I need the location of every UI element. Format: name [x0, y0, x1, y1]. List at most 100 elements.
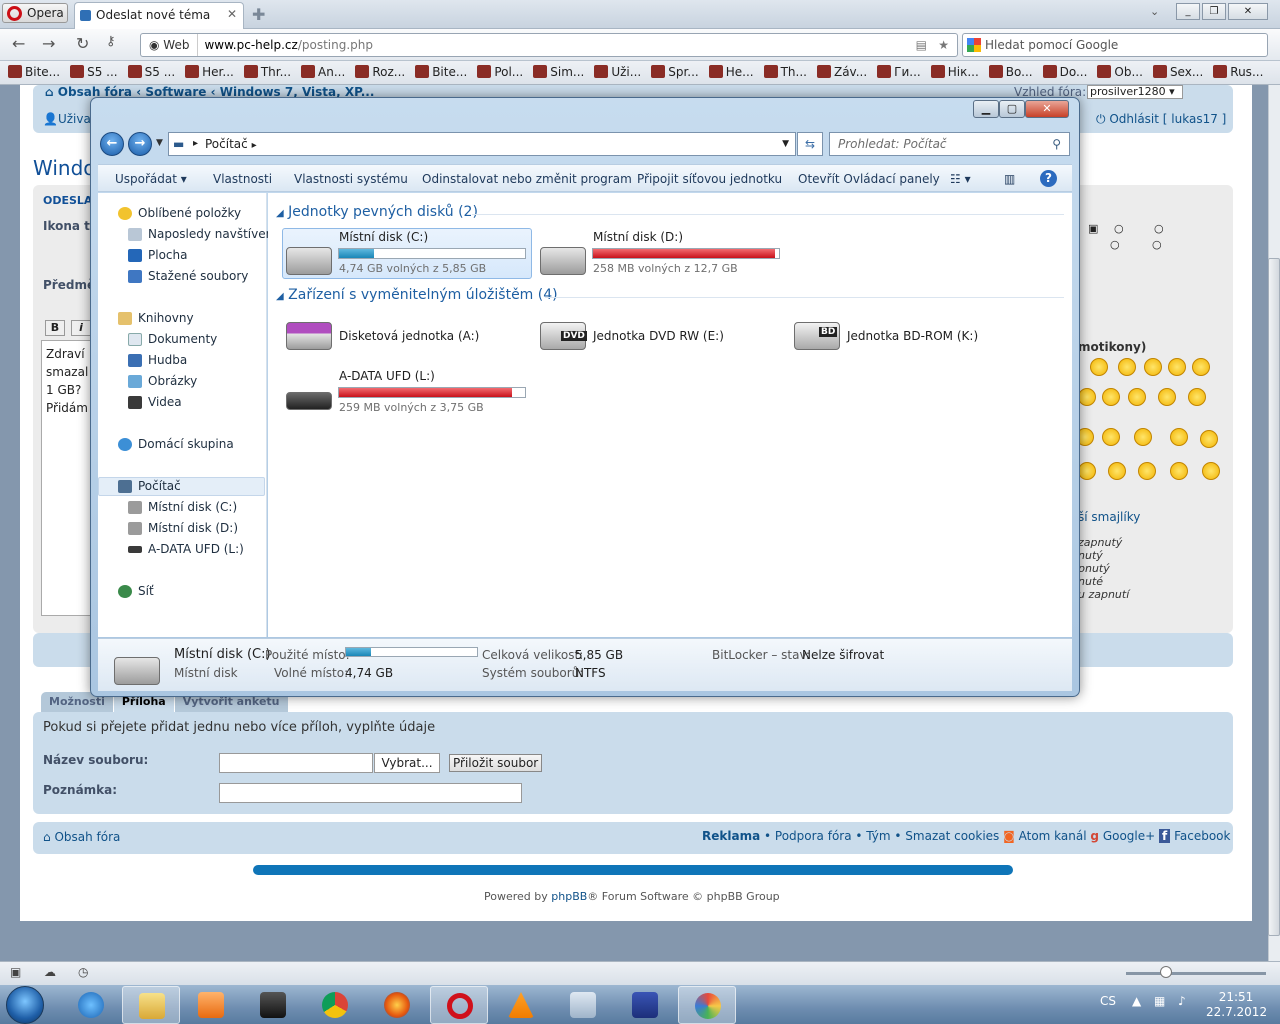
taskbar-clock[interactable]: 21:51 22.7.2012	[1206, 990, 1267, 1020]
new-tab-icon[interactable]: ✚	[252, 5, 265, 24]
footer-cookies[interactable]: Smazat cookies	[905, 829, 999, 843]
smiley-icon[interactable]	[1090, 358, 1108, 376]
taskbar-ie[interactable]	[62, 986, 120, 1024]
footer-home-link[interactable]: ⌂ Obsah fóra	[43, 830, 120, 844]
bookmark-item[interactable]: Bite...	[415, 65, 467, 79]
nav-item-music[interactable]: Hudba	[128, 353, 187, 367]
search-input[interactable]: Hledat pomocí Google	[962, 33, 1268, 57]
footer-podpora[interactable]: Podpora fóra	[775, 829, 852, 843]
breadcrumb-arrow-icon[interactable]: ▸	[252, 140, 257, 151]
zoom-slider[interactable]	[1126, 972, 1266, 975]
footer-reklama[interactable]: Reklama	[702, 829, 760, 843]
close-window-icon[interactable]: ✕	[1228, 3, 1268, 20]
footer-gplus[interactable]: Google+	[1103, 829, 1155, 843]
bookmark-item[interactable]: Thr...	[243, 65, 291, 79]
panel-toggle-icon[interactable]: ▣	[10, 965, 21, 979]
taskbar-321[interactable]	[244, 986, 302, 1024]
nav-item-videos[interactable]: Videa	[128, 395, 182, 409]
bookmark-item[interactable]: Pol...	[477, 65, 523, 79]
smiley-icon[interactable]	[1168, 358, 1186, 376]
restore-icon[interactable]: ❐	[1202, 3, 1226, 20]
properties-button[interactable]: Vlastnosti	[213, 172, 272, 186]
nav-item-desktop[interactable]: Plocha	[128, 248, 187, 262]
smiley-icon[interactable]	[1128, 388, 1146, 406]
bookmark-item[interactable]: Sim...	[533, 65, 584, 79]
smiley-icon[interactable]	[1144, 358, 1162, 376]
view-options-icon[interactable]: ☷ ▾	[950, 172, 971, 186]
user-control-link[interactable]: 👤Uživa	[43, 112, 91, 126]
bookmark-item[interactable]: Bite...	[8, 65, 60, 79]
forward-icon[interactable]: →	[42, 34, 55, 53]
reload-icon[interactable]: ↻	[76, 34, 89, 53]
bookmark-item[interactable]: Uži...	[594, 65, 641, 79]
smiley-icon[interactable]	[1078, 462, 1096, 480]
explorer-maximize-icon[interactable]: ▢	[999, 100, 1025, 118]
taskbar-media-player[interactable]	[182, 986, 240, 1024]
attach-file-button[interactable]: Přiložit soubor	[449, 754, 543, 772]
open-control-panel-button[interactable]: Otevřít Ovládací panely	[798, 172, 940, 186]
bookmark-item[interactable]: Spr...	[651, 65, 699, 79]
system-properties-button[interactable]: Vlastnosti systému	[294, 172, 408, 186]
smiley-icon[interactable]	[1188, 388, 1206, 406]
group-header-removable[interactable]: ◢ Zařízení s vyměnitelným úložištěm (4)	[276, 287, 558, 303]
nav-item-computer[interactable]: Počítač	[118, 479, 181, 493]
footer-facebook[interactable]: Facebook	[1174, 829, 1230, 843]
bookmark-star-icon[interactable]: ★	[938, 34, 949, 56]
rss-icon[interactable]: ▤	[916, 34, 927, 56]
smiley-icon[interactable]	[1078, 388, 1096, 406]
scrollbar-thumb[interactable]	[1268, 258, 1280, 936]
unite-cloud-icon[interactable]: ☁	[44, 965, 56, 979]
bookmark-item[interactable]: Her...	[185, 65, 234, 79]
bookmark-item[interactable]: Do...	[1042, 65, 1087, 79]
help-icon[interactable]: ?	[1040, 170, 1057, 187]
message-textarea[interactable]: Zdraví smazal 1 GB? Přidám	[41, 340, 95, 616]
smiley-icon[interactable]	[1170, 462, 1188, 480]
key-icon[interactable]: ⚷	[106, 34, 116, 49]
bookmark-item[interactable]: Bo...	[988, 65, 1033, 79]
smiley-icon[interactable]	[1108, 462, 1126, 480]
tray-network-icon[interactable]: ▦	[1154, 994, 1165, 1008]
smiley-icon[interactable]	[1102, 388, 1120, 406]
nav-item-favorites[interactable]: Oblíbené položky	[118, 206, 241, 220]
explorer-breadcrumb[interactable]: Počítač	[205, 137, 248, 151]
smiley-icon[interactable]	[1118, 358, 1136, 376]
bookmark-item[interactable]: Záv...	[816, 65, 867, 79]
browser-tab-active[interactable]: Odeslat nové téma ✕	[74, 2, 244, 29]
address-dropdown-icon[interactable]: ▼	[782, 133, 789, 155]
tray-volume-icon[interactable]: ♪	[1178, 994, 1186, 1008]
explorer-close-icon[interactable]: ✕	[1025, 100, 1069, 118]
start-button[interactable]	[6, 986, 44, 1024]
taskbar-floppy-app[interactable]	[616, 986, 674, 1024]
address-web-badge[interactable]: ◉ Web	[149, 34, 199, 56]
bookmark-item[interactable]: S5 ...	[127, 65, 175, 79]
nav-item-usb[interactable]: A-DATA UFD (L:)	[128, 542, 244, 556]
turbo-icon[interactable]: ◷	[78, 965, 88, 979]
taskbar-firefox[interactable]	[368, 986, 426, 1024]
opera-menu-button[interactable]: Opera	[2, 3, 68, 23]
preview-pane-icon[interactable]: ▥	[1004, 172, 1015, 186]
browse-button[interactable]: Vybrat...	[374, 753, 440, 773]
nav-item-pictures[interactable]: Obrázky	[128, 374, 197, 388]
explorer-minimize-icon[interactable]: ▁	[973, 100, 999, 118]
taskbar-vlc[interactable]	[492, 986, 550, 1024]
nav-item-disk-d[interactable]: Místní disk (D:)	[128, 521, 238, 535]
smiley-icon[interactable]	[1138, 462, 1156, 480]
footer-tym[interactable]: Tým	[866, 829, 890, 843]
bookmark-item[interactable]: Ги...	[877, 65, 921, 79]
more-smilies-link[interactable]: ší smajlíky	[1078, 510, 1140, 524]
smiley-icon[interactable]	[1202, 462, 1220, 480]
explorer-back-icon[interactable]: ←	[100, 132, 124, 156]
explorer-search-input[interactable]: Prohledat: Počítač ⚲	[829, 132, 1070, 156]
note-input[interactable]	[219, 783, 522, 803]
italic-button[interactable]: i	[71, 320, 91, 336]
nav-item-downloads[interactable]: Stažené soubory	[128, 269, 248, 283]
nav-item-disk-c[interactable]: Místní disk (C:)	[128, 500, 237, 514]
taskbar-paint[interactable]	[678, 986, 736, 1024]
nav-item-homegroup[interactable]: Domácí skupina	[118, 437, 234, 451]
smiley-icon[interactable]	[1102, 428, 1120, 446]
bookmark-item[interactable]: He...	[708, 65, 754, 79]
style-select[interactable]: prosilver1280 ▾	[1087, 85, 1183, 99]
explorer-address-bar[interactable]: ▬ ▸ Počítač ▸ ▼	[168, 132, 796, 156]
phpbb-link[interactable]: phpBB	[551, 890, 587, 903]
organize-button[interactable]: Uspořádat ▾	[115, 172, 187, 186]
